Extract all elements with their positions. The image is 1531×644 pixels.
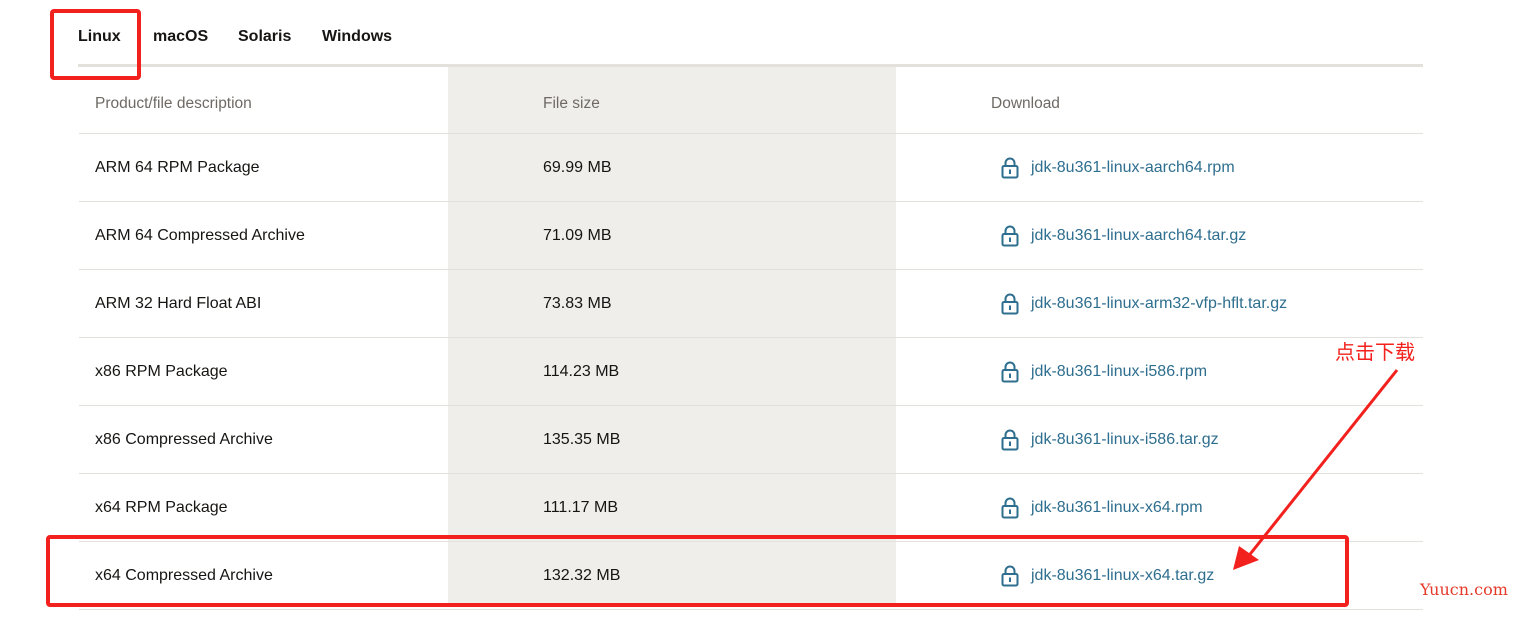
lock-icon [1001, 293, 1019, 314]
file-description: ARM 32 Hard Float ABI [95, 294, 262, 312]
file-description: x64 RPM Package [95, 498, 228, 516]
highlight-x64-row [46, 535, 1349, 607]
table-row: x86 Compressed Archive 135.35 MB jdk-8u361… [79, 406, 1423, 474]
download-filename: jdk-8u361-linux-aarch64.rpm [1031, 158, 1235, 176]
download-link[interactable]: jdk-8u361-linux-aarch64.rpm [991, 157, 1235, 179]
file-size: 69.99 MB [543, 158, 612, 176]
watermark: Yuucn.com [1420, 580, 1508, 599]
header-description: Product/file description [95, 95, 252, 112]
download-link[interactable]: jdk-8u361-linux-aarch64.tar.gz [991, 225, 1246, 247]
download-cell: jdk-8u361-linux-aarch64.rpm [991, 134, 1411, 201]
table-row: ARM 64 Compressed Archive 71.09 MB jdk-8u3… [79, 202, 1423, 270]
download-link[interactable]: jdk-8u361-linux-i586.rpm [991, 361, 1207, 383]
download-cell: jdk-8u361-linux-arm32-vfp-hflt.tar.gz [991, 270, 1411, 337]
lock-icon [1001, 157, 1019, 178]
downloads-table: Product/file description File size Downl… [79, 67, 1423, 610]
download-filename: jdk-8u361-linux-i586.tar.gz [1031, 430, 1219, 448]
lock-icon [1001, 497, 1019, 518]
highlight-linux-tab [50, 9, 141, 80]
tab-windows[interactable]: Windows [322, 27, 392, 47]
header-file-size: File size [543, 95, 600, 112]
lock-icon [1001, 429, 1019, 450]
download-filename: jdk-8u361-linux-arm32-vfp-hflt.tar.gz [1031, 294, 1288, 312]
tab-macos[interactable]: macOS [153, 27, 208, 47]
file-description: x86 RPM Package [95, 362, 228, 380]
download-filename: jdk-8u361-linux-x64.rpm [1031, 498, 1203, 516]
tab-solaris[interactable]: Solaris [238, 27, 291, 47]
file-size: 73.83 MB [543, 294, 612, 312]
header-download: Download [991, 95, 1060, 112]
lock-icon [1001, 225, 1019, 246]
download-filename: jdk-8u361-linux-aarch64.tar.gz [1031, 226, 1247, 244]
download-filename: jdk-8u361-linux-i586.rpm [1031, 362, 1208, 380]
download-link[interactable]: jdk-8u361-linux-i586.tar.gz [991, 429, 1219, 451]
os-tabs: Linux macOS Solaris Windows [78, 0, 1423, 67]
file-description: ARM 64 Compressed Archive [95, 226, 305, 244]
table-row: x86 RPM Package 114.23 MB jdk-8u361-linux-… [79, 338, 1423, 406]
table-row: ARM 32 Hard Float ABI 73.83 MB jdk-8u361-l… [79, 270, 1423, 338]
file-description: x86 Compressed Archive [95, 430, 273, 448]
download-link[interactable]: jdk-8u361-linux-arm32-vfp-hflt.tar.gz [991, 293, 1287, 315]
file-size: 111.17 MB [543, 498, 619, 516]
download-link[interactable]: jdk-8u361-linux-x64.rpm [991, 497, 1203, 519]
file-size: 135.35 MB [543, 430, 621, 448]
lock-icon [1001, 361, 1019, 382]
file-size: 71.09 MB [543, 226, 612, 244]
table-row: x64 RPM Package 111.17 MB jdk-8u361-linux-… [79, 474, 1423, 542]
table-header-row: Product/file description File size Downl… [79, 67, 1423, 134]
table-row: ARM 64 RPM Package 69.99 MB jdk-8u361-linu… [79, 134, 1423, 202]
file-description: ARM 64 RPM Package [95, 158, 260, 176]
annotation-arrow-icon [1233, 369, 1399, 570]
download-cell: jdk-8u361-linux-aarch64.tar.gz [991, 202, 1411, 269]
file-size: 114.23 MB [543, 362, 620, 380]
